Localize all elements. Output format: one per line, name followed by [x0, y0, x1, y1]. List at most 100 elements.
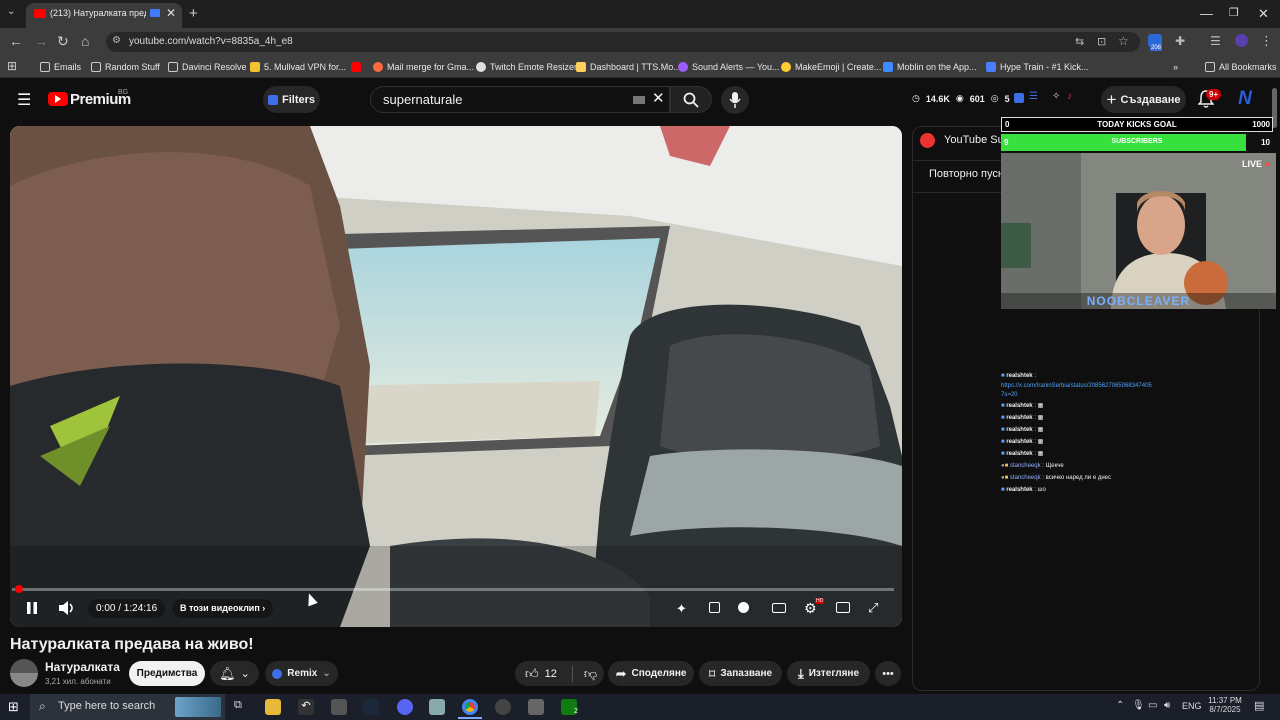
save-button[interactable]: ⌑ Запазване [699, 661, 782, 686]
account-avatar[interactable]: N [1234, 88, 1256, 110]
webcam-overlay: LIVE ● NOOBCLEAVER [1001, 153, 1276, 309]
app-store-icon [883, 62, 893, 72]
tab-list-icon[interactable]: ⌄ [7, 6, 15, 17]
new-tab-icon[interactable]: + [189, 5, 198, 22]
photos-icon[interactable] [331, 699, 347, 715]
chat-text: шо [1037, 487, 1046, 493]
minimize-icon[interactable]: — [1200, 6, 1213, 21]
bookmark-tts[interactable]: Dashboard | TTS.Mo... [576, 57, 681, 77]
tab-close-icon[interactable]: ✕ [166, 6, 176, 20]
forward-icon[interactable]: → [34, 33, 48, 49]
site-info-icon[interactable]: ⚙ [112, 35, 121, 46]
action-center-icon[interactable]: ▤ [1254, 699, 1264, 712]
language-indicator[interactable]: ENG [1182, 701, 1202, 711]
bookmark-davinci[interactable]: Davinci Resolve [168, 57, 247, 77]
davinci-icon[interactable]: ↶ [298, 699, 314, 715]
apps-grid-icon[interactable]: ⊞ [7, 59, 17, 73]
voice-search-button[interactable] [721, 86, 749, 114]
create-button[interactable]: + Създаване [1101, 86, 1186, 113]
video-title: Натуралката предава на живо! [10, 636, 254, 653]
steam-icon[interactable] [363, 699, 379, 715]
home-icon[interactable]: ⌂ [81, 33, 89, 49]
bookmark-emails[interactable]: Emails [40, 57, 81, 77]
region-code: BG [118, 89, 129, 96]
volume-button[interactable] [58, 600, 76, 616]
browser-tab[interactable]: (213) Натуралката предава... ✕ [26, 3, 182, 28]
taskbar-search[interactable]: ⌕ Type here to search [30, 694, 225, 720]
bookmark-youtube[interactable] [351, 57, 361, 77]
remix-button[interactable]: Remix ⌄ [265, 661, 338, 686]
video-player[interactable] [10, 126, 902, 627]
search-value: supernaturale [383, 92, 463, 107]
celebration-icon[interactable]: ✧ [1052, 91, 1060, 102]
file-explorer-icon[interactable] [265, 699, 281, 715]
taskbar-clock[interactable]: 11:37 PM 8/7/2025 [1205, 696, 1245, 714]
window-close-icon[interactable]: ✕ [1258, 6, 1269, 22]
start-icon[interactable]: ⊞ [8, 699, 19, 715]
network-icon[interactable]: ▭ [1148, 700, 1157, 711]
side-panel-title: YouTube Sur [944, 134, 1008, 146]
task-view-icon[interactable]: ⧉ [234, 699, 242, 712]
autoplay-toggle-icon[interactable] [738, 602, 749, 613]
bookmark-twitch-emote[interactable]: Twitch Emote Resizer [476, 57, 577, 77]
back-icon[interactable]: ← [9, 33, 23, 49]
clear-search-icon[interactable]: ✕ [652, 89, 665, 107]
ext-player-icon[interactable] [709, 602, 720, 613]
search-button[interactable] [670, 86, 712, 113]
list-icon[interactable]: ☰ [1029, 91, 1038, 102]
share-button[interactable]: ➦ Споделяне [608, 661, 694, 686]
all-bookmarks[interactable]: All Bookmarks [1205, 57, 1277, 77]
download-button[interactable]: ⤓ Изтегляне [787, 661, 870, 686]
stats-ext-icon[interactable] [1014, 93, 1024, 103]
pause-button[interactable] [24, 600, 40, 616]
progress-scrubber[interactable] [15, 585, 23, 593]
keyboard-icon[interactable] [633, 96, 645, 104]
dislike-button[interactable]: 👎︎ [584, 666, 597, 682]
calculator-icon[interactable] [528, 699, 544, 715]
fullscreen-icon[interactable]: ⤢ [868, 600, 878, 616]
omnibox[interactable]: ⚙ youtube.com/watch?v=8835a_4h_e8 [106, 32, 1140, 52]
bookmark-mullvad[interactable]: 5. Mullvad VPN for... [250, 57, 346, 77]
media-control-icon[interactable]: ☰ [1210, 34, 1221, 48]
app-icon[interactable] [429, 699, 445, 715]
install-icon[interactable]: ⊡ [1097, 35, 1106, 48]
tray-overflow-icon[interactable]: ⌃ [1116, 700, 1124, 711]
bookmark-makeemoji[interactable]: MakeEmoji | Create... [781, 57, 881, 77]
extensions-puzzle-icon[interactable]: ✚ [1175, 34, 1185, 48]
notifications-dropdown-button[interactable]: 🔔︎ ⌄ [210, 661, 259, 686]
profile-avatar[interactable] [1235, 34, 1248, 47]
channel-avatar[interactable] [10, 659, 38, 687]
browser-menu-icon[interactable]: ⋮ [1260, 33, 1273, 49]
discord-icon[interactable] [397, 699, 413, 715]
reload-icon[interactable]: ↻ [57, 33, 69, 50]
chrome-icon[interactable] [462, 699, 478, 715]
bookmark-star-icon[interactable]: ☆ [1118, 34, 1129, 48]
subtitles-icon[interactable] [772, 603, 786, 613]
speaker-icon[interactable]: 🔊︎ [1164, 700, 1170, 711]
ai-sparkle-icon[interactable]: ✦ [676, 601, 687, 617]
like-button[interactable]: 👍︎ 12 [525, 666, 557, 682]
channel-name[interactable]: Натуралката [45, 660, 120, 674]
chapters-button[interactable]: В този видеоклип › [172, 599, 274, 618]
translate-icon[interactable]: ⇆ [1075, 35, 1084, 48]
download-label: Изтегляне [808, 668, 860, 679]
bookmark-moblin[interactable]: Moblin on the App... [883, 57, 977, 77]
youtube-logo-icon[interactable] [48, 92, 68, 106]
restore-icon[interactable]: ❐ [1229, 6, 1239, 19]
microphone-tray-icon[interactable]: 🎙︎ [1132, 700, 1145, 711]
filters-button[interactable]: Filters [263, 86, 320, 113]
perks-button[interactable]: Предимства [129, 661, 205, 686]
alert-bell-icon[interactable]: ♪ [1067, 91, 1072, 102]
bookmark-random-stuff[interactable]: Random Stuff [91, 57, 160, 77]
theater-mode-icon[interactable] [836, 602, 850, 613]
chat-user: stancheeqk [1009, 475, 1041, 481]
more-actions-button[interactable]: ••• [875, 661, 901, 686]
bookmark-sound-alerts[interactable]: Sound Alerts — You... [678, 57, 780, 77]
obs-icon[interactable] [495, 699, 511, 715]
video-progress-bar[interactable] [12, 588, 894, 591]
bookmarks-overflow-icon[interactable]: » [1173, 57, 1178, 77]
bookmark-hype-train[interactable]: Hype Train - #1 Kick... [986, 57, 1089, 77]
hamburger-menu-icon[interactable]: ☰ [17, 90, 31, 110]
bookmark-mail-merge[interactable]: Mail merge for Gma... [373, 57, 474, 77]
search-input[interactable]: supernaturale ✕ [370, 86, 670, 113]
